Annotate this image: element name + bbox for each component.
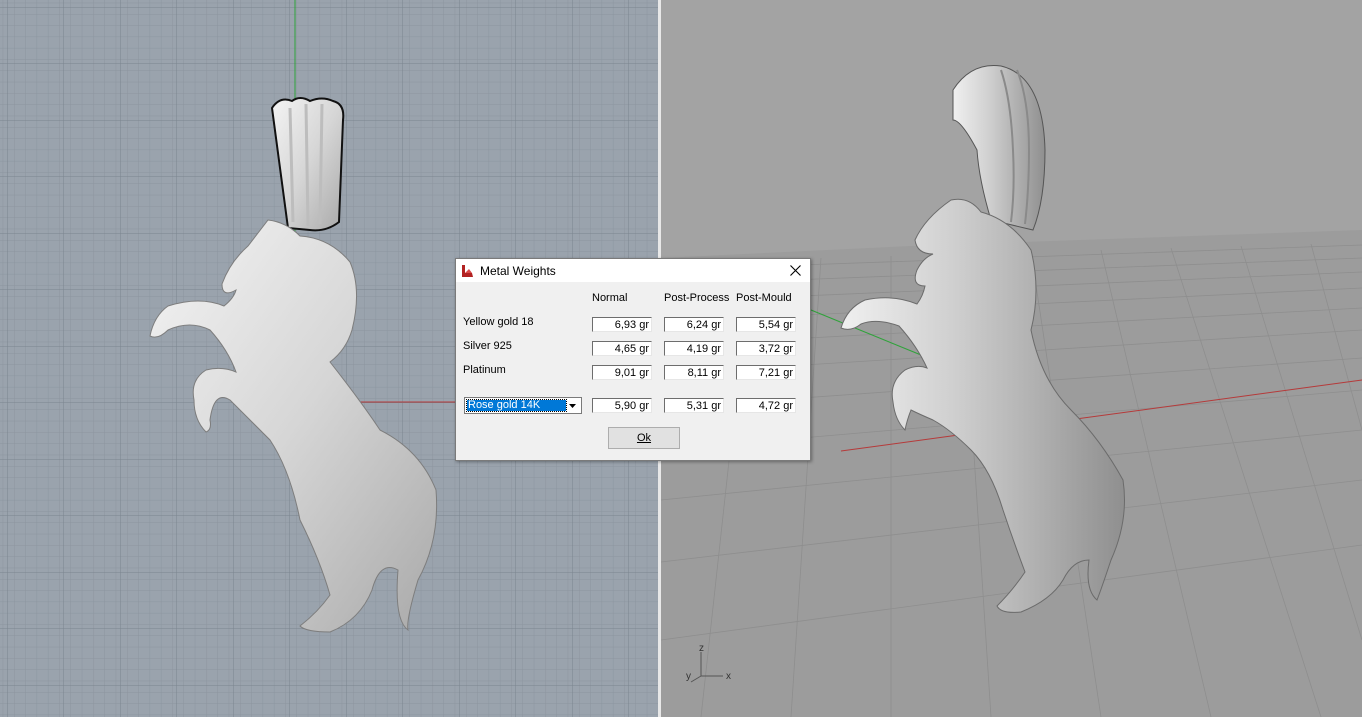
ok-button[interactable]: Ok xyxy=(608,427,680,449)
value-field[interactable]: 5,90 gr xyxy=(592,398,652,413)
value-field[interactable]: 4,65 gr xyxy=(592,341,652,356)
dialog-titlebar[interactable]: Metal Weights xyxy=(456,259,810,282)
value-field[interactable]: 4,72 gr xyxy=(736,398,796,413)
dialog-title: Metal Weights xyxy=(480,264,556,278)
value-field[interactable]: 7,21 gr xyxy=(736,365,796,380)
dropdown-arrow-icon[interactable] xyxy=(565,399,580,412)
axis-x-label: x xyxy=(726,671,731,682)
row-label-silver: Silver 925 xyxy=(463,340,512,352)
metal-weights-icon xyxy=(462,265,473,277)
value-field[interactable]: 6,24 gr xyxy=(664,317,724,332)
value-field[interactable]: 8,11 gr xyxy=(664,365,724,380)
value-field[interactable]: 3,72 gr xyxy=(736,341,796,356)
row-label-yellow-gold: Yellow gold 18 xyxy=(463,316,534,328)
axis-z-label: z xyxy=(699,643,704,654)
metal-select-value[interactable]: Rose gold 14K xyxy=(466,399,567,412)
metal-select-dropdown[interactable]: Rose gold 14K xyxy=(464,397,582,414)
axis-y-label: y xyxy=(686,671,691,682)
value-field[interactable]: 6,93 gr xyxy=(592,317,652,332)
value-field[interactable]: 5,31 gr xyxy=(664,398,724,413)
close-icon xyxy=(789,265,801,276)
value-field[interactable]: 9,01 gr xyxy=(592,365,652,380)
value-field[interactable]: 4,19 gr xyxy=(664,341,724,356)
column-header-normal: Normal xyxy=(592,292,628,304)
metal-weights-dialog: Metal Weights Normal Post-Process Post-M… xyxy=(455,258,811,461)
value-field[interactable]: 5,54 gr xyxy=(736,317,796,332)
column-header-post-process: Post-Process xyxy=(664,292,730,304)
close-button[interactable] xyxy=(784,261,806,280)
column-header-post-mould: Post-Mould xyxy=(736,292,792,304)
row-label-platinum: Platinum xyxy=(463,364,506,376)
